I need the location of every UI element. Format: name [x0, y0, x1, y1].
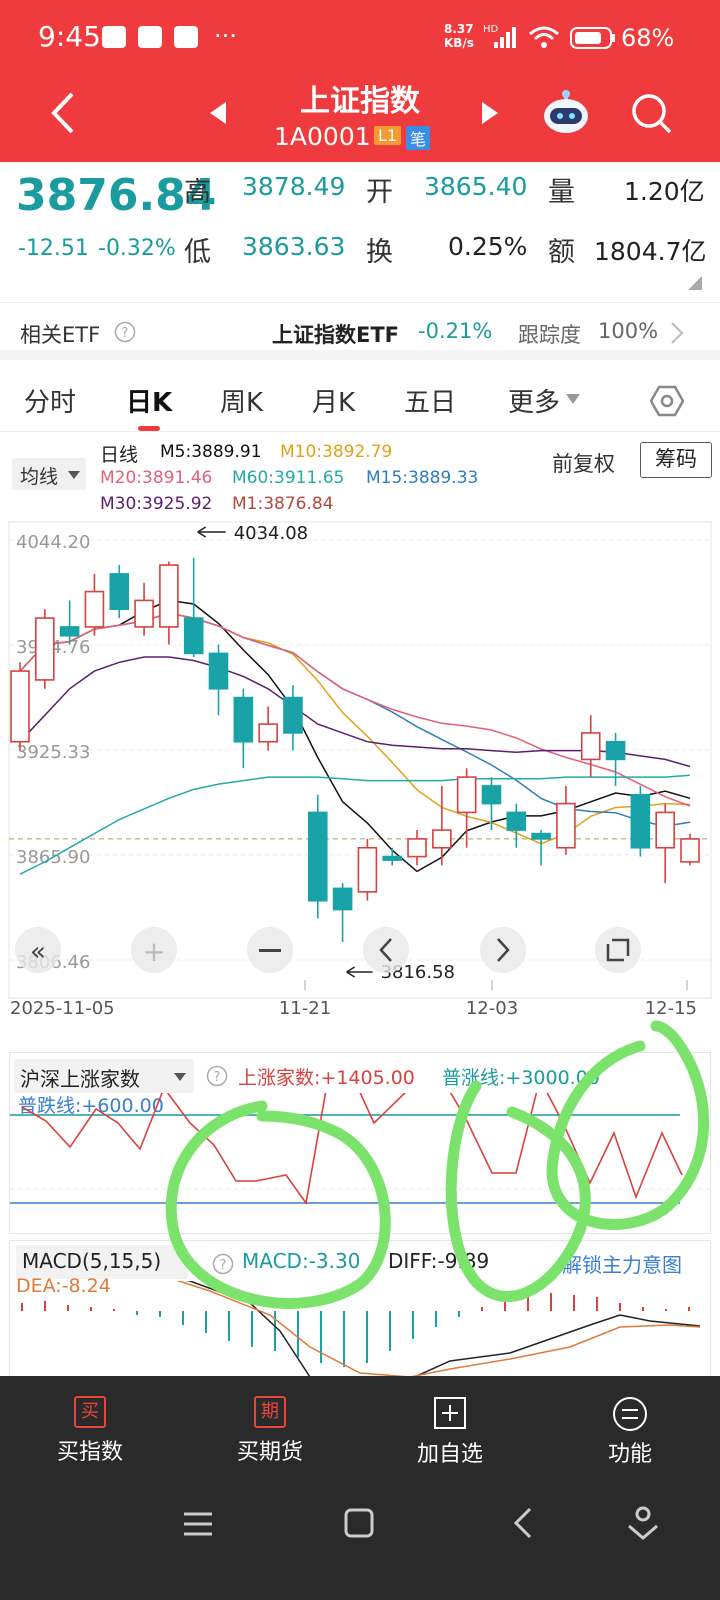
bottom-action-bar: 买 买指数 期 买期货 加自选 功能: [0, 1376, 720, 1600]
system-home-icon[interactable]: [344, 1508, 374, 1538]
add-watchlist-button[interactable]: 加自选: [390, 1396, 510, 1468]
buy-icon: 买: [74, 1396, 106, 1428]
buy-index-label: 买指数: [56, 1440, 123, 1465]
user-drawn-annotations: [165, 1020, 710, 1309]
function-button[interactable]: 功能: [570, 1396, 690, 1468]
buy-futures-button[interactable]: 期 买期货: [210, 1396, 330, 1466]
system-assistant-icon[interactable]: [626, 1504, 660, 1542]
buy-futures-label: 买期货: [236, 1440, 303, 1465]
plus-box-icon: [434, 1397, 466, 1429]
hand-drawn-circle: [165, 1100, 391, 1309]
system-back-icon[interactable]: [512, 1506, 534, 1540]
hand-drawn-circle: [546, 1020, 710, 1230]
buy-index-button[interactable]: 买 买指数: [30, 1396, 150, 1466]
futures-icon: 期: [254, 1396, 286, 1428]
menu-circle-icon: [613, 1397, 647, 1431]
function-label: 功能: [607, 1442, 652, 1467]
system-menu-icon[interactable]: [182, 1510, 214, 1538]
add-watchlist-label: 加自选: [416, 1442, 483, 1467]
